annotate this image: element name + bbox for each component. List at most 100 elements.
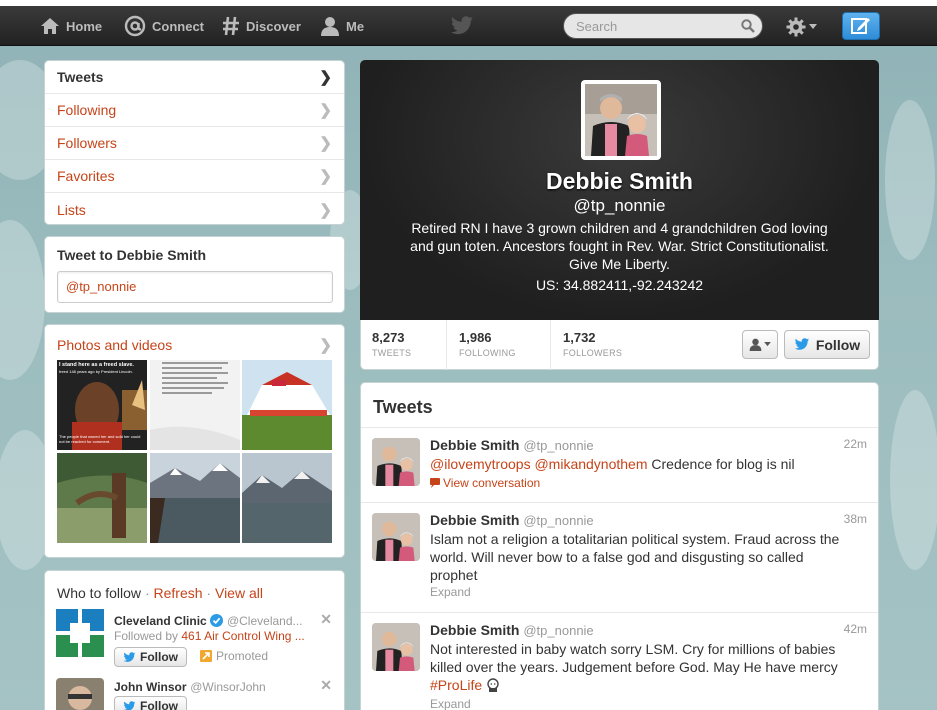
hashtag-icon <box>223 16 239 36</box>
twitter-bird-icon <box>123 700 136 710</box>
tweet-text: @ilovemytroops @mikandynothem Credence f… <box>430 455 850 473</box>
sidebar-item-followers[interactable]: Followers ❯ <box>45 127 344 160</box>
nav-connect-label: Connect <box>152 18 204 34</box>
tweet-timestamp[interactable]: 22m <box>844 437 867 451</box>
nav-connect[interactable]: Connect <box>124 6 204 46</box>
chevron-right-icon: ❯ <box>319 102 332 119</box>
who-to-follow-header: Who to follow · Refresh · View all <box>57 585 263 601</box>
chevron-right-icon: ❯ <box>319 135 332 152</box>
avatar[interactable] <box>56 678 104 710</box>
stat-following[interactable]: 1,986 FOLLOWING <box>459 330 516 358</box>
mention-link[interactable]: @mikandynothem <box>534 456 647 472</box>
photo-thumbnail[interactable] <box>242 360 332 450</box>
twitter-bird-icon <box>794 338 809 350</box>
follow-button-label: Follow <box>140 650 178 664</box>
photo-thumbnail[interactable] <box>242 453 332 543</box>
profile-header: Debbie Smith @tp_nonnie Retired RN I hav… <box>360 60 879 320</box>
sidebar-item-tweets[interactable]: Tweets ❯ <box>45 61 344 94</box>
verified-badge-icon <box>210 614 224 627</box>
suggestion-handle: @WinsorJohn <box>190 680 266 694</box>
tweet-item[interactable]: Debbie Smith @tp_nonnie 22m @ilovemytroo… <box>361 427 878 502</box>
thumb-caption-top: I stand here as a freed slave. <box>59 362 134 368</box>
sidebar-item-label: Followers <box>57 135 117 151</box>
home-icon <box>41 18 59 34</box>
chevron-right-icon: ❯ <box>319 201 332 219</box>
nav-home[interactable]: Home <box>40 6 102 46</box>
photo-thumbnail[interactable] <box>150 453 240 543</box>
tweet-item[interactable]: Debbie Smith @tp_nonnie 38m Islam not a … <box>361 502 878 612</box>
tweet-to-input[interactable]: @tp_nonnie <box>57 271 333 303</box>
nav-me[interactable]: Me <box>320 6 364 46</box>
profile-avatar[interactable] <box>581 80 661 160</box>
stat-label: FOLLOWING <box>459 348 516 358</box>
search-input[interactable]: Search <box>563 13 763 39</box>
photo-thumbnail[interactable] <box>57 453 147 543</box>
profile-name: Debbie Smith <box>546 168 693 194</box>
photo-thumbnail[interactable] <box>150 360 240 450</box>
expand-link[interactable]: Expand <box>430 585 471 599</box>
tweet-text: Not interested in baby watch sorry LSM. … <box>430 640 850 694</box>
settings-menu[interactable] <box>786 17 817 37</box>
tweet-author-name: Debbie Smith <box>430 622 520 638</box>
chevron-right-icon: ❯ <box>319 168 332 185</box>
user-actions-button[interactable] <box>742 330 778 359</box>
baby-icon <box>487 678 499 692</box>
search-icon[interactable] <box>741 19 755 33</box>
hashtag-link[interactable]: #ProLife <box>430 677 482 693</box>
chevron-down-icon <box>764 342 771 347</box>
suggestion-name[interactable]: John Winsor <box>114 680 187 694</box>
stat-label: TWEETS <box>372 348 412 358</box>
twitter-bird-icon <box>123 651 136 662</box>
suggestion-name-row: John Winsor @WinsorJohn <box>114 679 314 694</box>
avatar[interactable] <box>372 438 420 486</box>
followed-by-row: Followed by 461 Air Control Wing ... <box>114 629 314 643</box>
refresh-link[interactable]: Refresh <box>154 585 203 601</box>
twitter-bird-logo[interactable] <box>450 16 474 39</box>
profile-nav-card: Tweets ❯ Following ❯ Followers ❯ Favorit… <box>44 60 345 225</box>
photos-videos-link[interactable]: Photos and videos <box>57 337 172 353</box>
top-navigation-bar: Home Connect Discover Me Search <box>0 6 937 46</box>
stat-value: 8,273 <box>372 330 405 345</box>
tweet-author[interactable]: Debbie Smith @tp_nonnie <box>430 622 594 638</box>
tweet-author-handle: @tp_nonnie <box>523 438 594 453</box>
nav-discover[interactable]: Discover <box>222 6 301 46</box>
suggestion-name[interactable]: Cleveland Clinic <box>114 614 207 628</box>
avatar[interactable] <box>56 609 104 657</box>
view-all-link[interactable]: View all <box>215 585 263 601</box>
stat-followers[interactable]: 1,732 FOLLOWERS <box>563 330 622 358</box>
follow-button[interactable]: Follow <box>114 647 187 667</box>
sidebar-item-label: Favorites <box>57 168 115 184</box>
promoted-badge: Promoted <box>200 649 268 663</box>
tweet-timestamp[interactable]: 42m <box>844 622 867 636</box>
stat-tweets[interactable]: 8,273 TWEETS <box>372 330 411 358</box>
tweet-timestamp[interactable]: 38m <box>844 512 867 526</box>
tweet-author[interactable]: Debbie Smith @tp_nonnie <box>430 512 594 528</box>
tweet-item[interactable]: Debbie Smith @tp_nonnie 42m Not interest… <box>361 612 878 710</box>
view-conversation-link[interactable]: View conversation <box>430 476 540 490</box>
sidebar-item-following[interactable]: Following ❯ <box>45 94 344 127</box>
tweets-timeline: Tweets Debbie Smith @tp_nonnie 22m @ilov… <box>360 382 879 710</box>
follow-button[interactable]: Follow <box>784 330 870 359</box>
avatar[interactable] <box>372 513 420 561</box>
follow-button[interactable]: Follow <box>114 696 187 710</box>
compose-tweet-button[interactable] <box>842 12 880 40</box>
person-icon <box>321 17 339 36</box>
expand-link[interactable]: Expand <box>430 697 471 710</box>
mention-link[interactable]: @ilovemytroops <box>430 456 531 472</box>
thumb-caption-mid: freed 148 years ago by President Lincoln… <box>59 369 133 374</box>
dismiss-icon[interactable]: ✕ <box>320 611 332 628</box>
stat-value: 1,986 <box>459 330 492 345</box>
sidebar-item-favorites[interactable]: Favorites ❯ <box>45 160 344 193</box>
divider <box>550 320 551 370</box>
photo-thumbnail[interactable]: I stand here as a freed slave. freed 148… <box>57 360 147 450</box>
sidebar-item-lists[interactable]: Lists ❯ <box>45 193 344 226</box>
dismiss-icon[interactable]: ✕ <box>320 677 332 694</box>
suggestion-name-row: Cleveland Clinic @Cleveland... <box>114 613 314 628</box>
followed-by-link[interactable]: 461 Air Control Wing ... <box>181 629 304 643</box>
profile-handle: @tp_nonnie <box>573 196 666 215</box>
suggestion-handle: @Cleveland... <box>226 614 303 628</box>
stat-label: FOLLOWERS <box>563 348 623 358</box>
chevron-down-icon <box>809 24 817 29</box>
avatar[interactable] <box>372 623 420 671</box>
tweet-author[interactable]: Debbie Smith @tp_nonnie <box>430 437 594 453</box>
